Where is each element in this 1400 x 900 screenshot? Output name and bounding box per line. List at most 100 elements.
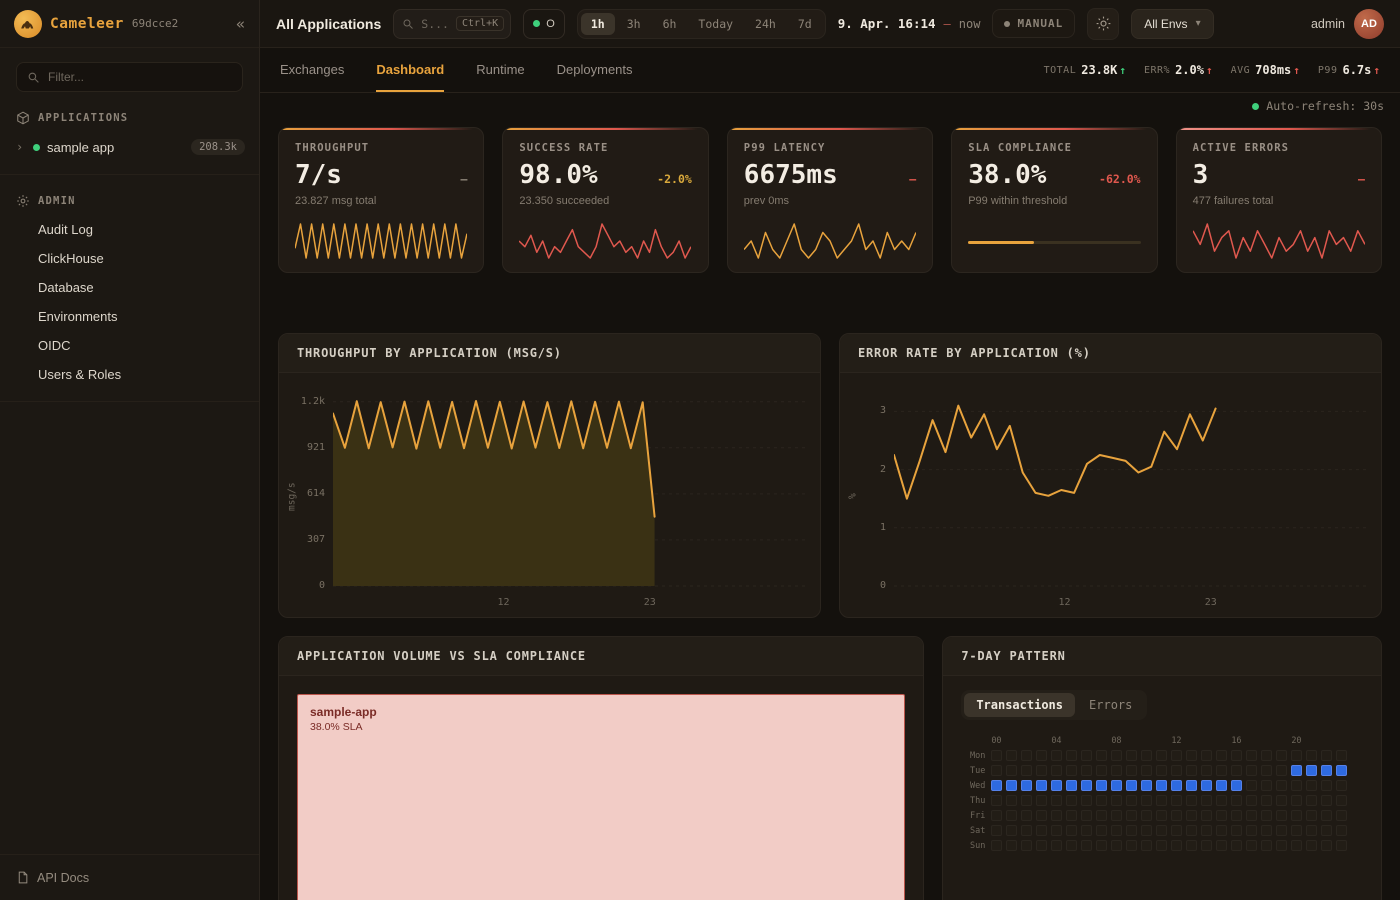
heatmap-cell[interactable]	[1246, 750, 1257, 761]
heatmap-cell[interactable]	[1291, 780, 1302, 791]
heatmap-cell[interactable]	[1246, 840, 1257, 851]
heatmap-cell[interactable]	[1111, 750, 1122, 761]
heatmap-cell[interactable]	[1321, 795, 1332, 806]
heatmap-cell[interactable]	[1156, 765, 1167, 776]
heatmap-cell[interactable]	[1171, 765, 1182, 776]
heatmap-cell[interactable]	[1141, 765, 1152, 776]
heatmap-cell[interactable]	[1036, 780, 1047, 791]
heatmap-cell[interactable]	[1261, 795, 1272, 806]
heatmap-cell[interactable]	[1111, 780, 1122, 791]
heatmap-cell[interactable]	[1306, 750, 1317, 761]
now-label[interactable]: now	[959, 17, 981, 31]
heatmap-cell[interactable]	[1276, 840, 1287, 851]
heatmap-cell[interactable]	[1201, 810, 1212, 821]
heatmap-cell[interactable]	[1111, 840, 1122, 851]
heatmap-cell[interactable]	[1096, 825, 1107, 836]
heatmap-cell[interactable]	[1081, 810, 1092, 821]
time-range-7d[interactable]: 7d	[788, 13, 822, 35]
heatmap-cell[interactable]	[1261, 840, 1272, 851]
heatmap-cell[interactable]	[1171, 825, 1182, 836]
heatmap-cell[interactable]	[1126, 810, 1137, 821]
heatmap-cell[interactable]	[1321, 750, 1332, 761]
heatmap-cell[interactable]	[1306, 780, 1317, 791]
heatmap-cell[interactable]	[1171, 750, 1182, 761]
heatmap-cell[interactable]	[1186, 750, 1197, 761]
treemap-node-sample-app[interactable]: sample-app 38.0% SLA	[297, 694, 905, 900]
heatmap-cell[interactable]	[1006, 825, 1017, 836]
throughput-plot-area[interactable]: 1223	[333, 385, 806, 608]
heatmap-cell[interactable]	[1066, 810, 1077, 821]
heatmap-cell[interactable]	[1201, 765, 1212, 776]
heatmap-cell[interactable]	[1291, 825, 1302, 836]
heatmap-cell[interactable]	[1171, 810, 1182, 821]
heatmap-cell[interactable]	[1306, 795, 1317, 806]
heatmap-cell[interactable]	[1111, 765, 1122, 776]
heatmap-cell[interactable]	[1021, 795, 1032, 806]
sidebar-item-users-roles[interactable]: Users & Roles	[0, 360, 259, 389]
heatmap-cell[interactable]	[1006, 780, 1017, 791]
heatmap-cell[interactable]	[1156, 750, 1167, 761]
heatmap-cell[interactable]	[1186, 780, 1197, 791]
heatmap-cell[interactable]	[1021, 765, 1032, 776]
heatmap-cell[interactable]	[1126, 825, 1137, 836]
heatmap-cell[interactable]	[1246, 810, 1257, 821]
heatmap-cell[interactable]	[1306, 810, 1317, 821]
heatmap-cell[interactable]	[1186, 825, 1197, 836]
heatmap-cell[interactable]	[1186, 810, 1197, 821]
heatmap-cell[interactable]	[991, 810, 1002, 821]
heatmap-cell[interactable]	[1096, 780, 1107, 791]
heatmap-cell[interactable]	[1186, 840, 1197, 851]
heatmap-cell[interactable]	[1156, 840, 1167, 851]
heatmap-cell[interactable]	[1321, 840, 1332, 851]
heatmap-cell[interactable]	[1081, 795, 1092, 806]
tab-exchanges[interactable]: Exchanges	[280, 48, 344, 92]
heatmap-cell[interactable]	[1036, 840, 1047, 851]
heatmap-cell[interactable]	[1246, 795, 1257, 806]
heatmap-cell[interactable]	[1081, 825, 1092, 836]
heatmap-cell[interactable]	[1321, 825, 1332, 836]
heatmap-cell[interactable]	[1261, 780, 1272, 791]
heatmap-cell[interactable]	[1216, 840, 1227, 851]
heatmap-cell[interactable]	[1096, 750, 1107, 761]
heatmap-cell[interactable]	[1141, 840, 1152, 851]
heatmap-cell[interactable]	[1006, 765, 1017, 776]
heatmap-cell[interactable]	[1111, 810, 1122, 821]
heatmap-cell[interactable]	[1051, 825, 1062, 836]
heatmap-cell[interactable]	[1081, 765, 1092, 776]
time-range-1h[interactable]: 1h	[581, 13, 615, 35]
heatmap-cell[interactable]	[1141, 750, 1152, 761]
sidebar-item-oidc[interactable]: OIDC	[0, 331, 259, 360]
heatmap-cell[interactable]	[1096, 765, 1107, 776]
sidebar-item-sample-app[interactable]: › sample app 208.3k	[0, 132, 259, 162]
heatmap-cell[interactable]	[1006, 750, 1017, 761]
heatmap-cell[interactable]	[1306, 765, 1317, 776]
heatmap-cell[interactable]	[1276, 825, 1287, 836]
heatmap-cell[interactable]	[1051, 795, 1062, 806]
heatmap-cell[interactable]	[1021, 750, 1032, 761]
heatmap-cell[interactable]	[991, 840, 1002, 851]
heatmap-cell[interactable]	[1321, 765, 1332, 776]
heatmap-cell[interactable]	[1051, 780, 1062, 791]
heatmap-cell[interactable]	[1336, 825, 1347, 836]
heatmap-cell[interactable]	[1051, 750, 1062, 761]
heatmap-cell[interactable]	[1261, 765, 1272, 776]
heatmap-cell[interactable]	[1336, 750, 1347, 761]
sidebar-filter-input[interactable]: Filter...	[16, 62, 243, 92]
heatmap-cell[interactable]	[1276, 765, 1287, 776]
heatmap-cell[interactable]	[1126, 795, 1137, 806]
heatmap-cell[interactable]	[991, 750, 1002, 761]
heatmap-cell[interactable]	[1066, 825, 1077, 836]
heatmap-cell[interactable]	[1291, 750, 1302, 761]
heatmap-cell[interactable]	[1336, 780, 1347, 791]
heatmap-cell[interactable]	[1036, 825, 1047, 836]
heatmap-cell[interactable]	[1246, 765, 1257, 776]
pattern-tab-transactions[interactable]: Transactions	[964, 693, 1075, 717]
online-status-pill[interactable]: O	[523, 9, 565, 39]
heatmap-cell[interactable]	[1216, 765, 1227, 776]
heatmap-cell[interactable]	[1201, 780, 1212, 791]
expand-chevron-icon[interactable]: ›	[16, 140, 26, 154]
heatmap-cell[interactable]	[1276, 795, 1287, 806]
heatmap-cell[interactable]	[1231, 765, 1242, 776]
heatmap-cell[interactable]	[1066, 795, 1077, 806]
heatmap-cell[interactable]	[1276, 810, 1287, 821]
